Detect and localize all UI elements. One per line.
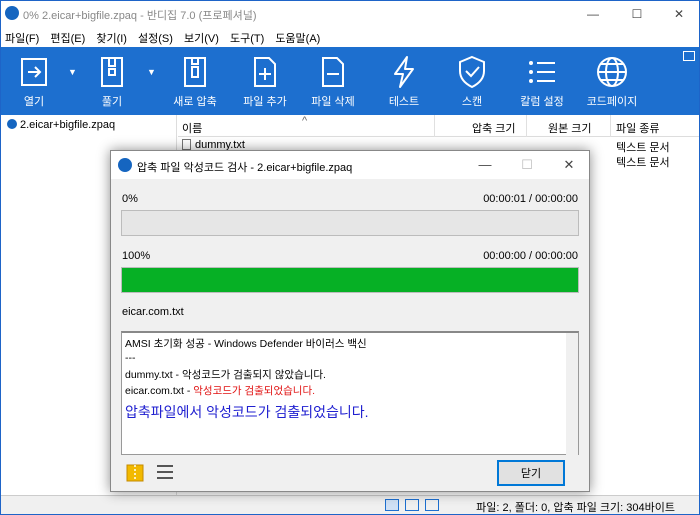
extract-button[interactable]: 풀기 (89, 47, 135, 115)
file-type: 텍스트 문서 (616, 157, 670, 169)
current-file-name: eicar.com.txt (122, 306, 184, 318)
progress2-percent: 100% (122, 250, 151, 262)
open-label: 열기 (23, 96, 45, 108)
bandizip-app-icon (5, 6, 19, 20)
new-archive-icon (184, 57, 206, 87)
tree-item-label: 2.eicar+bigfile.zpaq (20, 119, 116, 131)
title-bar: 0% 2.eicar+bigfile.zpaq - 반디집 7.0 (프로페셔널… (1, 1, 699, 27)
minimize-button[interactable]: — (573, 3, 613, 25)
progress2-time: 00:00:00 / 00:00:00 (483, 250, 578, 262)
test-button[interactable]: 테스트 (381, 47, 427, 115)
dialog-title-bar: 압축 파일 악성코드 검사 - 2.eicar+bigfile.zpaq — ☐… (111, 151, 589, 179)
open-dropdown-icon[interactable]: ▼ (68, 67, 77, 77)
toolbar: 열기 ▼ 풀기 ▼ 새로 압축 파일 추가 파일 삭제 테스트 스캔 칼럼 설정… (1, 47, 699, 115)
hamburger-menu-icon[interactable] (157, 465, 173, 481)
open-icon (21, 58, 47, 86)
dialog-maximize-button: ☐ (521, 157, 533, 172)
sort-ascending-icon: ^ (302, 115, 308, 127)
progress1-time: 00:00:01 / 00:00:00 (483, 193, 578, 205)
file-list-header: 이름 ^ 압축 크기 원본 크기 파일 종류 (178, 115, 699, 137)
delete-files-label: 파일 삭제 (311, 96, 355, 108)
delete-file-icon (322, 57, 344, 87)
list-view-icon[interactable] (405, 499, 419, 511)
menu-settings[interactable]: 설정(S) (134, 27, 177, 46)
archive-icon (7, 119, 17, 129)
menu-icon-line (157, 465, 173, 467)
column-header-name[interactable]: 이름 (182, 120, 202, 136)
log-line: --- (125, 352, 136, 364)
menu-tools[interactable]: 도구(T) (226, 27, 268, 46)
log-scrollbar[interactable] (566, 333, 578, 455)
scan-log[interactable]: AMSI 초기화 성공 - Windows Defender 바이러스 백신 -… (121, 331, 579, 455)
shield-icon (459, 55, 485, 89)
log-file-name: eicar.com.txt - (125, 385, 194, 397)
tree-item-root[interactable]: 2.eicar+bigfile.zpaq (7, 119, 115, 131)
column-divider[interactable] (526, 115, 527, 137)
text-file-icon (182, 139, 191, 150)
column-header-file-type[interactable]: 파일 종류 (616, 120, 660, 136)
open-button[interactable]: 열기 (11, 47, 57, 115)
extract-label: 풀기 (101, 96, 123, 108)
lightning-icon (394, 56, 414, 88)
menu-icon-line (157, 477, 173, 479)
menu-bar: 파일(F) 편집(E) 찾기(I) 설정(S) 보기(V) 도구(T) 도움말(… (1, 27, 699, 47)
column-divider[interactable] (434, 115, 435, 137)
maximize-button[interactable]: ☐ (617, 3, 657, 25)
log-line: AMSI 초기화 성공 - Windows Defender 바이러스 백신 (125, 338, 367, 350)
scan-button[interactable]: 스캔 (449, 47, 495, 115)
progress1-percent: 0% (122, 193, 138, 205)
add-files-button[interactable]: 파일 추가 (239, 47, 291, 115)
menu-view[interactable]: 보기(V) (180, 27, 223, 46)
progress-bar-total-fill (122, 268, 578, 292)
test-label: 테스트 (388, 96, 420, 108)
menu-icon-line (157, 471, 173, 473)
progress-bar-current (121, 210, 579, 236)
new-archive-label: 새로 압축 (173, 96, 217, 108)
malware-scan-dialog: 압축 파일 악성코드 검사 - 2.eicar+bigfile.zpaq — ☐… (110, 150, 590, 492)
extract-icon (101, 57, 123, 87)
open-folder-icon[interactable] (125, 463, 145, 483)
column-header-original-size[interactable]: 원본 크기 (548, 120, 592, 136)
column-settings-label: 칼럼 설정 (520, 96, 564, 108)
close-button[interactable]: 닫기 (497, 460, 565, 486)
list-icon (529, 61, 555, 83)
icon-view-icon[interactable] (425, 499, 439, 511)
add-file-icon (254, 57, 276, 87)
details-view-icon[interactable] (385, 499, 399, 511)
extract-dropdown-icon[interactable]: ▼ (147, 67, 156, 77)
column-header-compressed-size[interactable]: 압축 크기 (472, 120, 516, 136)
new-archive-button[interactable]: 새로 압축 (169, 47, 221, 115)
column-settings-button[interactable]: 칼럼 설정 (515, 47, 569, 115)
codepage-label: 코드페이지 (586, 96, 638, 108)
dialog-title: 압축 파일 악성코드 검사 - 2.eicar+bigfile.zpaq (137, 162, 353, 174)
menu-edit[interactable]: 편집(E) (46, 27, 89, 46)
layout-toggle-icon[interactable] (683, 51, 695, 61)
menu-find[interactable]: 찾기(I) (92, 27, 131, 46)
dialog-minimize-button[interactable]: — (465, 154, 505, 176)
scan-label: 스캔 (461, 96, 483, 108)
close-window-button[interactable]: ✕ (659, 3, 699, 25)
log-detected-message: 악성코드가 검출되었습니다. (193, 385, 316, 397)
status-bar: 파일: 2, 폴더: 0, 압축 파일 크기: 304바이트 (1, 495, 699, 514)
codepage-button[interactable]: 코드페이지 (583, 47, 641, 115)
log-line: eicar.com.txt - 악성코드가 검출되었습니다. (125, 383, 315, 398)
scan-summary: 압축파일에서 악성코드가 검출되었습니다. (125, 404, 369, 420)
bandizip-app-icon (118, 158, 132, 172)
window-title: 0% 2.eicar+bigfile.zpaq - 반디집 7.0 (프로페셔널… (23, 10, 257, 22)
progress-bar-total (121, 267, 579, 293)
log-line: dummy.txt - 악성코드가 검출되지 않았습니다. (125, 369, 326, 381)
dialog-close-button[interactable]: ✕ (549, 154, 589, 176)
menu-file[interactable]: 파일(F) (1, 27, 43, 46)
globe-icon (597, 57, 627, 87)
delete-files-button[interactable]: 파일 삭제 (307, 47, 359, 115)
status-text: 파일: 2, 폴더: 0, 압축 파일 크기: 304바이트 (476, 502, 675, 514)
add-files-label: 파일 추가 (243, 96, 287, 108)
menu-help[interactable]: 도움말(A) (271, 27, 324, 46)
column-divider[interactable] (610, 115, 611, 137)
